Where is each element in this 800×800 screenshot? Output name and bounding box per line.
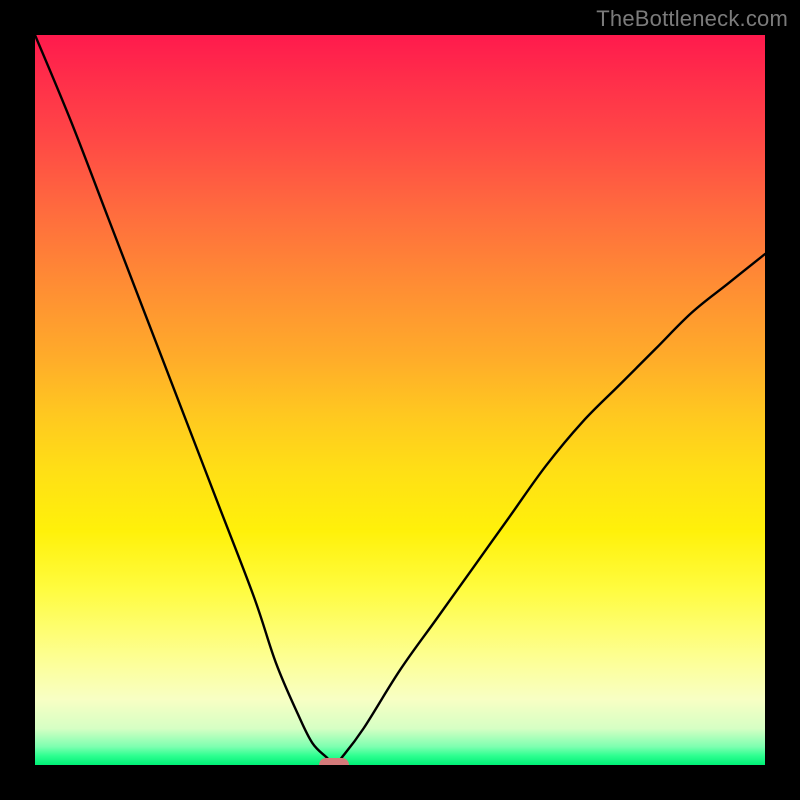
curve-layer — [35, 35, 765, 765]
plot-area — [35, 35, 765, 765]
optimal-marker — [319, 758, 349, 765]
watermark-text: TheBottleneck.com — [596, 6, 788, 32]
chart-frame: TheBottleneck.com — [0, 0, 800, 800]
bottleneck-curve — [35, 35, 765, 765]
